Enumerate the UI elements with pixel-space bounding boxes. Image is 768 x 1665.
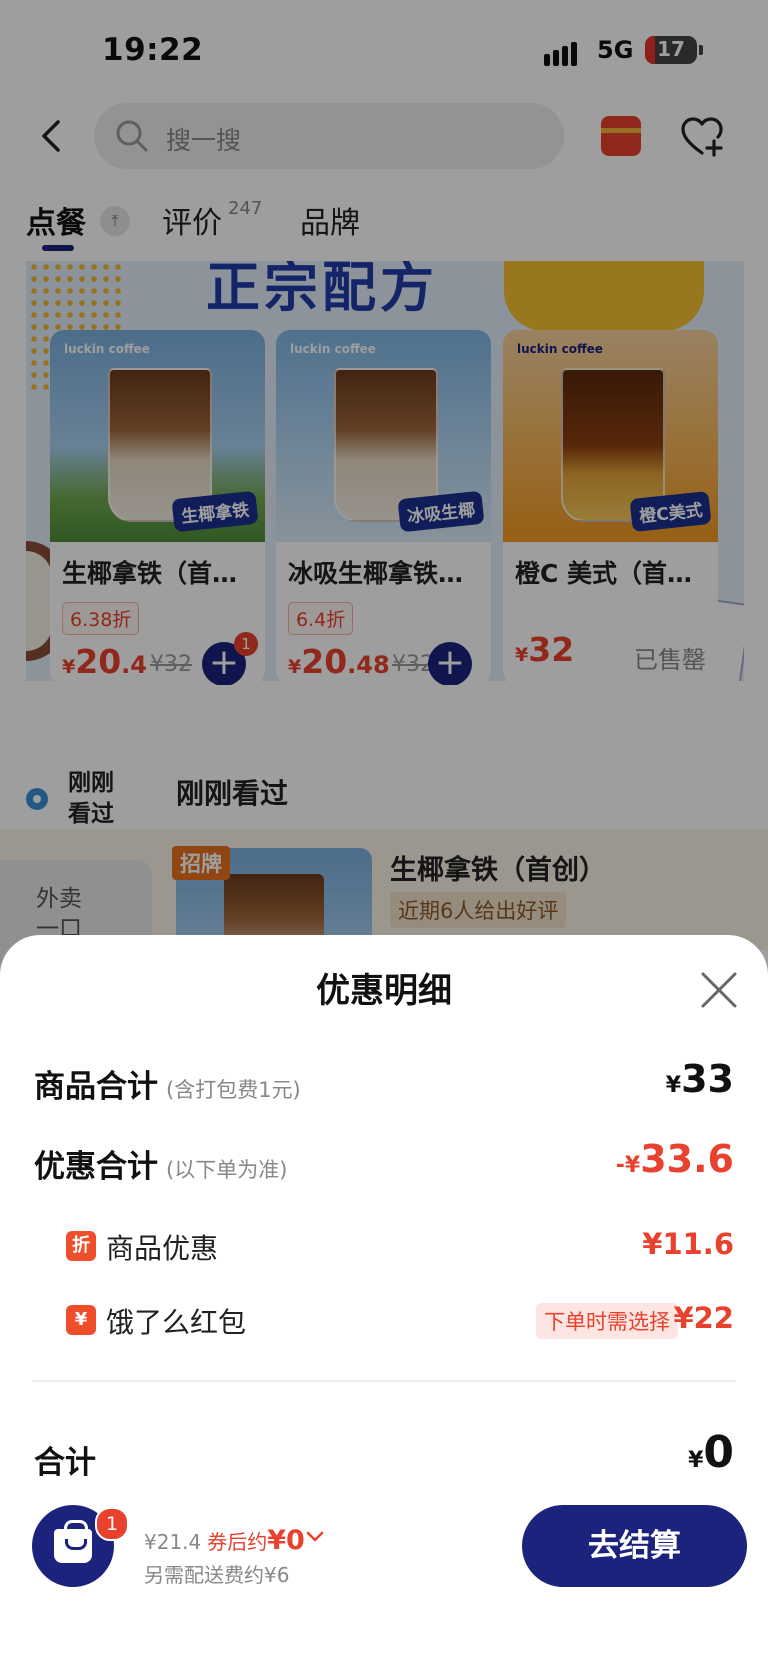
sheet-divider — [32, 1380, 736, 1382]
subtotal-price: ¥21.4 — [144, 1530, 202, 1554]
close-icon[interactable] — [700, 971, 738, 1009]
chevron-down-icon[interactable] — [306, 1531, 324, 1543]
red-packet-value: ¥22 — [673, 1301, 734, 1335]
goods-total-value: ¥33 — [665, 1057, 734, 1101]
goods-total-label: 商品合计 (含打包费1元) — [34, 1069, 301, 1105]
after-coupon-price: ¥0 — [267, 1525, 305, 1556]
total-value: ¥0 — [688, 1427, 734, 1478]
red-packet-tag-icon: ¥ — [66, 1305, 96, 1335]
discount-tag-icon: 折 — [66, 1231, 96, 1261]
sheet-title: 优惠明细 — [316, 971, 452, 1011]
discount-total-label: 优惠合计 (以下单为准) — [34, 1149, 288, 1185]
goods-discount-value: ¥11.6 — [642, 1227, 734, 1261]
goods-discount-label: 商品优惠 — [106, 1232, 219, 1265]
shopping-bag-icon — [54, 1520, 92, 1563]
store-page: 19:22 5G 17 搜一搜 点餐 ⤒ 评价 247 品牌 正宗配方 luck… — [0, 0, 768, 1665]
cart-count-badge: 1 — [95, 1507, 129, 1541]
after-coupon-label: 券后约 — [207, 1530, 268, 1554]
price-summary[interactable]: ¥21.4 券后约¥0 — [144, 1525, 305, 1556]
discount-total-value: -¥33.6 — [615, 1137, 734, 1181]
goods-total-note: (含打包费1元) — [166, 1078, 301, 1102]
delivery-fee-note: 另需配送费约¥6 — [144, 1563, 290, 1587]
checkout-bar: 1 ¥21.4 券后约¥0 另需配送费约¥6 去结算 — [0, 1495, 768, 1665]
red-packet-label: 饿了么红包 — [106, 1306, 247, 1339]
total-label: 合计 — [34, 1445, 96, 1481]
select-at-order-hint: 下单时需选择 — [536, 1303, 678, 1339]
discount-total-note: (以下单为准) — [166, 1158, 288, 1182]
checkout-button[interactable]: 去结算 — [522, 1505, 747, 1587]
